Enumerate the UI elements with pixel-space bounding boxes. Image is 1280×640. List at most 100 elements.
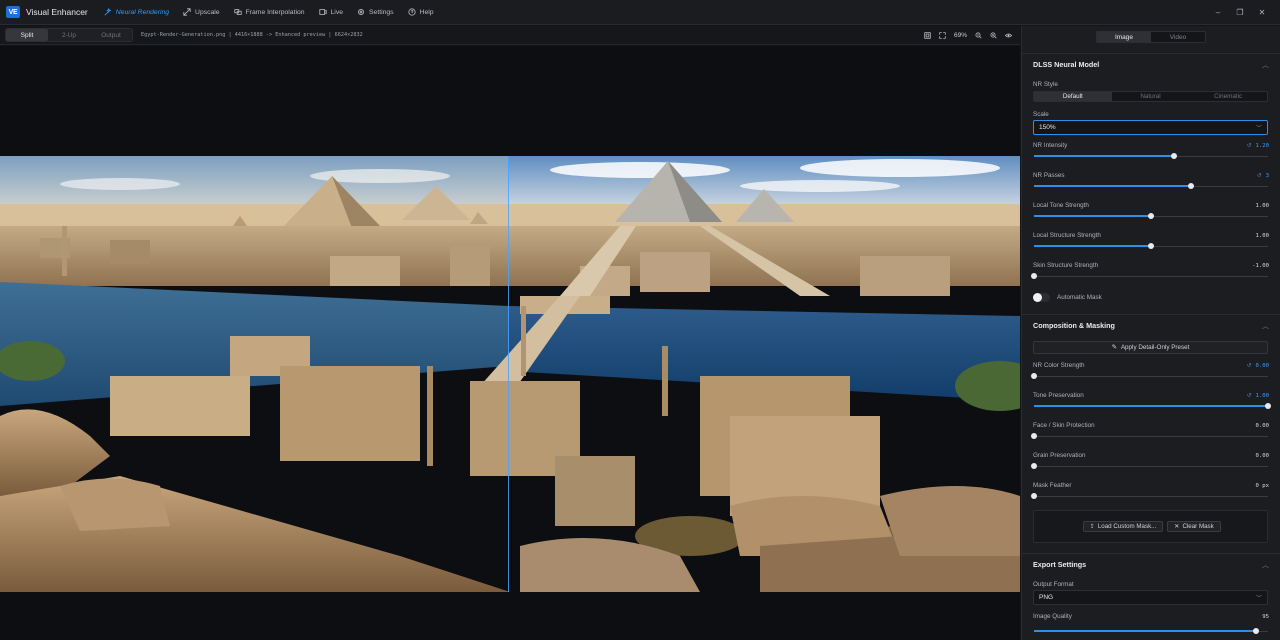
- face-skin-protection-value: 0.00: [1256, 423, 1269, 429]
- nr-passes-value: ↺ 3: [1257, 173, 1269, 179]
- slider-thumb[interactable]: [1031, 463, 1037, 469]
- nr-style-cinematic[interactable]: Cinematic: [1189, 92, 1267, 101]
- actual-size-icon[interactable]: [939, 31, 946, 39]
- section-composition-header[interactable]: Composition & Masking ︿: [1022, 314, 1280, 336]
- expand-icon: [183, 8, 191, 16]
- nr-passes-slider[interactable]: [1034, 183, 1268, 189]
- comparison-image[interactable]: [0, 156, 1020, 592]
- close-icon[interactable]: ✕: [1258, 8, 1266, 17]
- reset-icon[interactable]: ↺: [1247, 393, 1252, 399]
- chevron-up-icon[interactable]: ︿: [1262, 321, 1269, 331]
- nav-frame-interpolation[interactable]: Frame Interpolation: [233, 8, 305, 16]
- button-label: Load Custom Mask...: [1097, 523, 1157, 530]
- section-dlss-header[interactable]: DLSS Neural Model ︿: [1022, 53, 1280, 75]
- view-mode-output[interactable]: Output: [90, 29, 132, 41]
- slider-thumb[interactable]: [1031, 373, 1037, 379]
- skin-structure-strength-value: -1.00: [1252, 263, 1269, 269]
- mask-feather-label: Mask Feather: [1033, 482, 1072, 489]
- image-viewport[interactable]: [0, 46, 1020, 640]
- view-mode-split[interactable]: Split: [6, 29, 48, 41]
- local-tone-strength-label: Local Tone Strength: [1033, 202, 1089, 209]
- mask-feather-slider[interactable]: [1031, 493, 1268, 499]
- tone-preservation-value: ↺ 1.00: [1247, 393, 1269, 399]
- skin-structure-strength-label: Skin Structure Strength: [1033, 262, 1099, 269]
- load-custom-mask-button[interactable]: ⇪ Load Custom Mask...: [1083, 521, 1163, 532]
- slider-fill: [1034, 185, 1191, 187]
- nav-neural-rendering[interactable]: Neural Rendering: [104, 8, 169, 16]
- eye-icon[interactable]: [1005, 32, 1012, 39]
- slider-fill: [1034, 245, 1151, 247]
- nr-style-natural[interactable]: Natural: [1112, 92, 1190, 101]
- slider-track: [1034, 435, 1268, 437]
- restore-icon[interactable]: ❐: [1236, 8, 1244, 17]
- reset-icon[interactable]: ↺: [1247, 143, 1252, 149]
- local-structure-strength-value: 1.00: [1256, 233, 1269, 239]
- slider-thumb[interactable]: [1253, 628, 1260, 634]
- nav-label: Upscale: [195, 8, 220, 16]
- output-format-select[interactable]: PNG ﹀: [1033, 590, 1268, 605]
- image-quality-slider[interactable]: [1034, 628, 1268, 634]
- section-export-header[interactable]: Export Settings ︿: [1022, 553, 1280, 575]
- fit-screen-icon[interactable]: [924, 31, 931, 39]
- nav-live[interactable]: Live: [318, 8, 343, 16]
- zoom-in-icon[interactable]: [990, 32, 997, 39]
- slider-thumb[interactable]: [1031, 433, 1037, 439]
- zoom-level: 69%: [953, 31, 967, 39]
- value-text: 0 px: [1255, 483, 1269, 489]
- split-divider[interactable]: [508, 156, 509, 592]
- nav-label: Frame Interpolation: [245, 8, 305, 16]
- view-mode-2up[interactable]: 2-Up: [48, 29, 90, 41]
- slider-thumb[interactable]: [1187, 183, 1194, 189]
- value-text: 1.00: [1255, 393, 1269, 399]
- value-text: 1.20: [1255, 143, 1269, 149]
- chevron-up-icon[interactable]: ︿: [1262, 560, 1269, 570]
- nav-upscale[interactable]: Upscale: [183, 8, 220, 16]
- slider-thumb[interactable]: [1171, 153, 1178, 159]
- face-skin-protection-label: Face / Skin Protection: [1033, 422, 1095, 429]
- image-quality-value: 95: [1262, 614, 1269, 620]
- clear-mask-button[interactable]: ✕ Clear Mask: [1167, 521, 1221, 532]
- mask-feather-value: 0 px: [1256, 483, 1269, 489]
- zoom-out-icon[interactable]: [975, 32, 982, 39]
- nr-color-strength-slider[interactable]: [1031, 373, 1268, 379]
- automatic-mask-label: Automatic Mask: [1057, 294, 1102, 301]
- nr-passes-label: NR Passes: [1033, 172, 1065, 179]
- mode-tabs: Image Video: [1096, 31, 1206, 43]
- slider-fill: [1034, 155, 1175, 157]
- reset-icon[interactable]: ↺: [1257, 173, 1262, 179]
- tab-video[interactable]: Video: [1151, 32, 1205, 42]
- settings-panel: Image Video DLSS Neural Model ︿ NR Style…: [1021, 26, 1280, 640]
- chevron-up-icon[interactable]: ︿: [1262, 60, 1269, 70]
- slider-fill: [1034, 630, 1257, 632]
- minimize-icon[interactable]: ‒: [1214, 8, 1222, 17]
- slider-thumb[interactable]: [1148, 243, 1154, 249]
- grain-preservation-slider[interactable]: [1031, 463, 1268, 469]
- nav-help[interactable]: Help: [407, 8, 434, 16]
- tone-preservation-slider[interactable]: [1034, 403, 1271, 409]
- slider-thumb[interactable]: [1148, 213, 1154, 219]
- value-text: 0.00: [1255, 423, 1269, 429]
- local-tone-strength-slider[interactable]: [1034, 213, 1268, 219]
- mask-drop-area[interactable]: ⇪ Load Custom Mask... ✕ Clear Mask: [1033, 510, 1268, 543]
- nr-intensity-label: NR Intensity: [1033, 142, 1068, 149]
- slider-fill: [1034, 405, 1268, 407]
- viewer-toolbar: Split 2-Up Output Egypt-Render-Generatio…: [0, 26, 1020, 45]
- nav-label: Live: [330, 8, 343, 16]
- title-bar: VE Visual Enhancer Neural Rendering Upsc…: [0, 0, 1280, 25]
- automatic-mask-toggle[interactable]: [1033, 293, 1050, 302]
- scale-select[interactable]: 150% ﹀: [1033, 120, 1268, 135]
- file-info: Egypt-Render-Generation.png | 4416×1888 …: [141, 32, 363, 38]
- face-skin-protection-slider[interactable]: [1031, 433, 1268, 439]
- tab-image[interactable]: Image: [1097, 32, 1151, 42]
- grain-preservation-value: 0.00: [1256, 453, 1269, 459]
- slider-thumb[interactable]: [1265, 403, 1271, 409]
- slider-thumb[interactable]: [1031, 493, 1037, 499]
- apply-detail-preset-button[interactable]: ✎ Apply Detail-Only Preset: [1033, 341, 1268, 354]
- nr-intensity-slider[interactable]: [1034, 153, 1268, 159]
- local-structure-strength-slider[interactable]: [1034, 243, 1268, 249]
- nav-settings[interactable]: Settings: [357, 8, 394, 16]
- slider-thumb[interactable]: [1031, 273, 1037, 279]
- reset-icon[interactable]: ↺: [1247, 363, 1252, 369]
- skin-structure-strength-slider[interactable]: [1031, 273, 1268, 279]
- nr-style-default[interactable]: Default: [1034, 92, 1112, 101]
